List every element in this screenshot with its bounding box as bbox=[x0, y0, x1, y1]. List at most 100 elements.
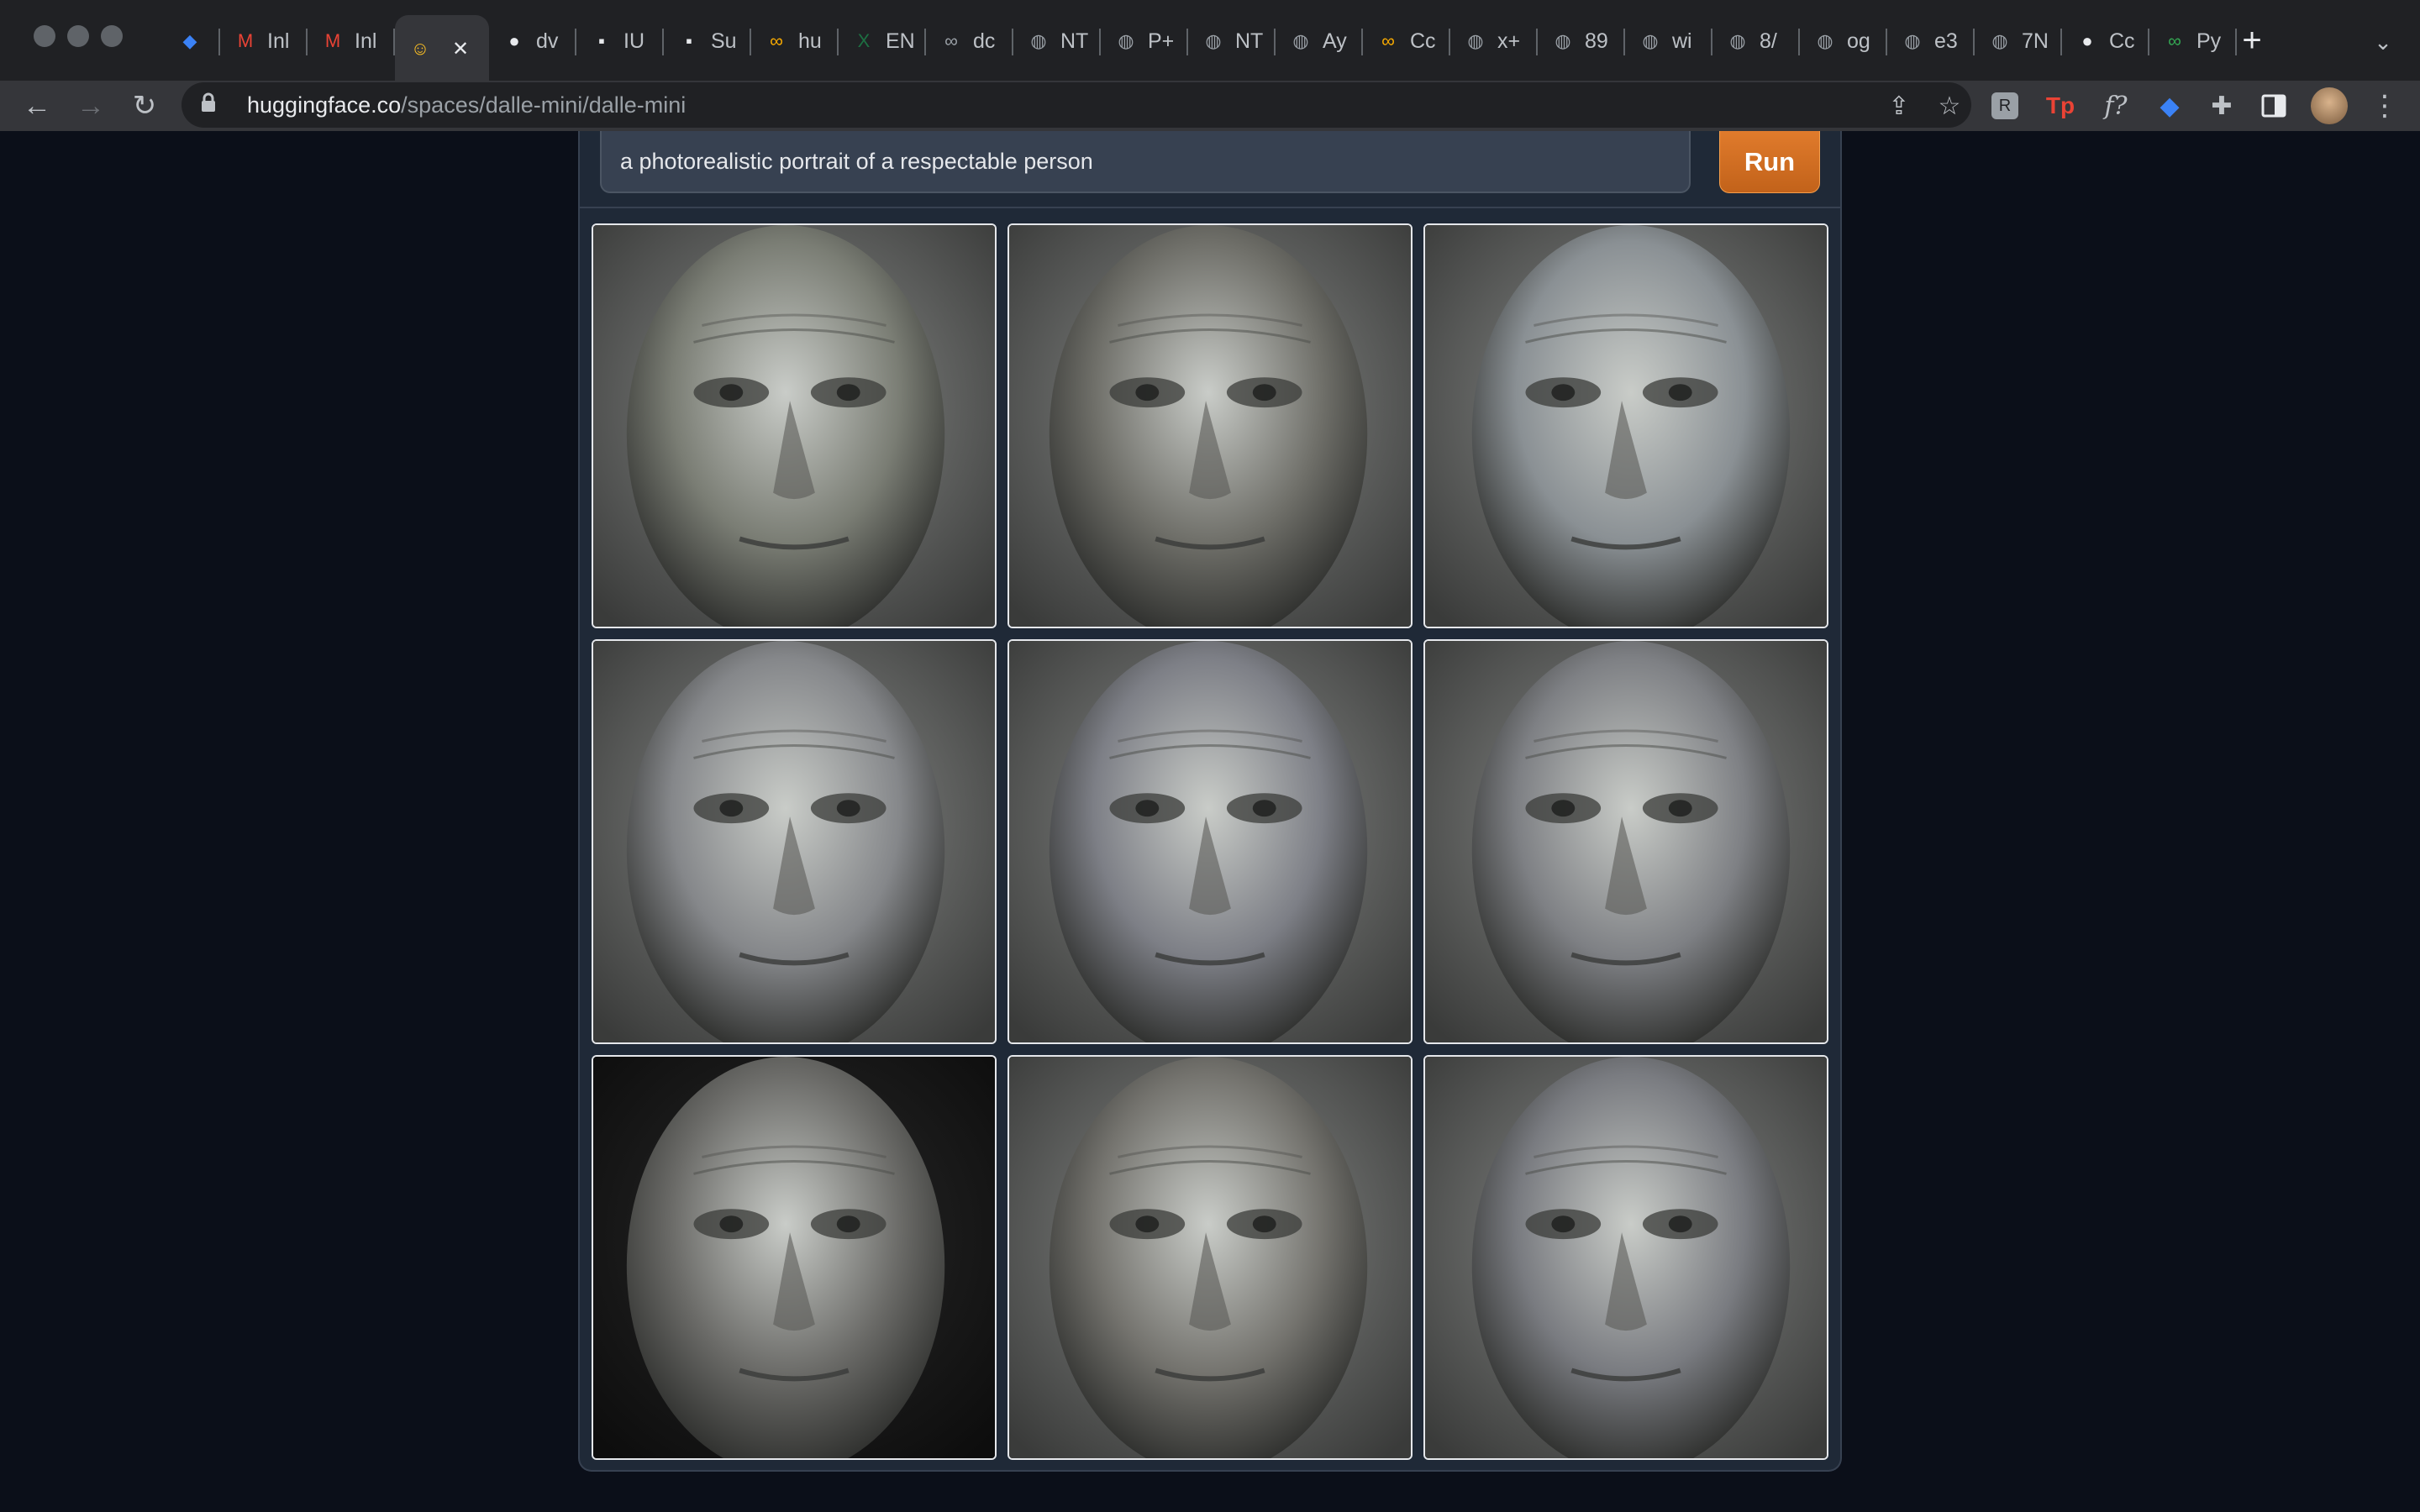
browser-tab[interactable]: ◍ 7N bbox=[1975, 15, 2062, 67]
globe-icon: ◍ bbox=[1904, 30, 1921, 51]
tab-label: og bbox=[1847, 29, 1870, 53]
browser-tab[interactable]: ∞ hu bbox=[751, 15, 839, 67]
browser-tab[interactable]: ◍ x+ bbox=[1450, 15, 1538, 67]
excel-icon: X bbox=[857, 30, 871, 51]
tab-label: NT bbox=[1235, 29, 1264, 53]
bookmark-star-icon[interactable]: ☆ bbox=[1934, 91, 1965, 121]
tab-label: Su bbox=[711, 29, 737, 53]
extension-tp-icon[interactable]: Tp bbox=[2040, 86, 2081, 126]
globe-icon: ◍ bbox=[1205, 30, 1222, 51]
gmail-icon: M bbox=[324, 30, 341, 51]
forward-button[interactable]: → bbox=[69, 84, 113, 128]
gmail-icon: M bbox=[237, 30, 254, 51]
url-text: huggingface.co/spaces/dalle-mini/dalle-m… bbox=[247, 92, 686, 118]
generated-image-4[interactable] bbox=[592, 639, 997, 1044]
tab-label: Py bbox=[2196, 29, 2222, 53]
tab-search-button[interactable]: ⌄ bbox=[2361, 20, 2405, 64]
tab-label: Ay bbox=[1323, 29, 1347, 53]
new-tab-button[interactable]: + bbox=[2230, 18, 2274, 62]
tab-label: IU bbox=[623, 29, 644, 53]
globe-icon: ◍ bbox=[1118, 30, 1134, 51]
browser-tab[interactable]: ◍ P+ bbox=[1101, 15, 1188, 67]
browser-tab[interactable]: ● Cc bbox=[2062, 15, 2149, 67]
browser-tab[interactable]: ◍ 8/ bbox=[1712, 15, 1800, 67]
prompt-input[interactable]: a photorealistic portrait of a respectab… bbox=[600, 131, 1691, 193]
close-window-button[interactable] bbox=[34, 25, 55, 47]
tab-label: NT bbox=[1060, 29, 1089, 53]
browser-tab[interactable]: ▪ IU bbox=[576, 15, 664, 67]
dalle-mini-panel: a photorealistic portrait of a respectab… bbox=[578, 131, 1842, 1472]
globe-icon: ◍ bbox=[1030, 30, 1047, 51]
browser-tab[interactable]: ∞ dc bbox=[926, 15, 1013, 67]
tab-label: e3 bbox=[1934, 29, 1958, 53]
tab-label: wi bbox=[1672, 29, 1692, 53]
maximize-window-button[interactable] bbox=[101, 25, 123, 47]
tab-label: Cc bbox=[2109, 29, 2135, 53]
generated-image-2[interactable] bbox=[1007, 223, 1413, 628]
browser-tab[interactable]: ◆ bbox=[165, 15, 220, 67]
browser-tab[interactable]: ◍ 89 bbox=[1538, 15, 1625, 67]
globe-icon: ◍ bbox=[1555, 30, 1571, 51]
browser-tab[interactable]: ◍ wi bbox=[1625, 15, 1712, 67]
github-icon: ● bbox=[2081, 30, 2093, 51]
globe-icon: ◍ bbox=[1817, 30, 1833, 51]
browser-tab[interactable]: X EN bbox=[839, 15, 926, 67]
link-icon: ∞ bbox=[944, 30, 958, 51]
browser-chrome: ◆ M Inl M Inl ☺ ✕ ● dv ▪ IU ▪ Su ∞ hu X EN ∞ dc ◍ NT ◍ P+ ◍ NT ◍ A… bbox=[0, 0, 2420, 131]
extension-formula-icon[interactable]: f? bbox=[2096, 86, 2136, 126]
prompt-row: a photorealistic portrait of a respectab… bbox=[580, 131, 1840, 208]
colab-icon: ∞ bbox=[770, 30, 783, 51]
generated-image-1[interactable] bbox=[592, 223, 997, 628]
generated-image-8[interactable] bbox=[1007, 1055, 1413, 1460]
browser-tab[interactable]: ◍ og bbox=[1800, 15, 1887, 67]
lock-icon bbox=[200, 92, 227, 118]
globe-icon: ◍ bbox=[1292, 30, 1309, 51]
globe-icon: ◍ bbox=[1467, 30, 1484, 51]
page-content: a photorealistic portrait of a respectab… bbox=[0, 131, 2420, 1512]
globe-icon: ◍ bbox=[1991, 30, 2008, 51]
browser-tab[interactable]: ☺ ✕ bbox=[395, 15, 489, 82]
browser-tab[interactable]: M Inl bbox=[220, 15, 308, 67]
app-icon: ▪ bbox=[598, 30, 605, 51]
tab-label: 7N bbox=[2022, 29, 2049, 53]
close-tab-icon[interactable]: ✕ bbox=[452, 37, 469, 61]
tab-label: hu bbox=[798, 29, 822, 53]
tab-label: 8/ bbox=[1760, 29, 1777, 53]
address-bar[interactable]: huggingface.co/spaces/dalle-mini/dalle-m… bbox=[182, 82, 1971, 128]
run-button[interactable]: Run bbox=[1719, 131, 1820, 193]
profile-avatar[interactable] bbox=[2309, 86, 2349, 126]
tab-label: 89 bbox=[1585, 29, 1608, 53]
generated-image-5[interactable] bbox=[1007, 639, 1413, 1044]
back-button[interactable]: ← bbox=[15, 84, 59, 128]
url-path: /spaces/dalle-mini/dalle-mini bbox=[401, 92, 687, 118]
extension-gem-icon[interactable]: ◆ bbox=[2149, 86, 2190, 126]
gem-icon: ◆ bbox=[182, 30, 197, 51]
browser-tab[interactable]: ◍ e3 bbox=[1887, 15, 1975, 67]
tab-label: EN bbox=[886, 29, 915, 53]
minimize-window-button[interactable] bbox=[67, 25, 89, 47]
browser-tab[interactable]: M Inl bbox=[308, 15, 395, 67]
huggingface-icon: ☺ bbox=[410, 38, 430, 59]
browser-menu-icon[interactable]: ⋮ bbox=[2365, 86, 2405, 126]
share-icon[interactable]: ⇪ bbox=[1884, 91, 1914, 121]
browser-tab[interactable]: ∞ Py bbox=[2149, 15, 2237, 67]
browser-tab[interactable]: ● dv bbox=[489, 15, 576, 67]
reload-button[interactable]: ↻ bbox=[123, 84, 166, 128]
browser-tab[interactable]: ◍ Ay bbox=[1276, 15, 1363, 67]
generated-image-3[interactable] bbox=[1423, 223, 1828, 628]
generated-image-9[interactable] bbox=[1423, 1055, 1828, 1460]
tab-label: x+ bbox=[1497, 29, 1521, 53]
tab-strip: ◆ M Inl M Inl ☺ ✕ ● dv ▪ IU ▪ Su ∞ hu X EN ∞ dc ◍ NT ◍ P+ ◍ NT ◍ A… bbox=[0, 0, 2420, 82]
extensions-puzzle-icon[interactable]: ✚ bbox=[2202, 86, 2242, 126]
browser-tab[interactable]: ◍ NT bbox=[1188, 15, 1276, 67]
colab-icon: ∞ bbox=[1381, 30, 1395, 51]
side-panel-icon[interactable] bbox=[2254, 86, 2294, 126]
browser-tab[interactable]: ◍ NT bbox=[1013, 15, 1101, 67]
browser-tab[interactable]: ∞ Cc bbox=[1363, 15, 1450, 67]
generated-image-6[interactable] bbox=[1423, 639, 1828, 1044]
tab-label: Cc bbox=[1410, 29, 1436, 53]
extension-r-icon[interactable]: R bbox=[1985, 86, 2025, 126]
browser-tab[interactable]: ▪ Su bbox=[664, 15, 751, 67]
generated-image-7[interactable] bbox=[592, 1055, 997, 1460]
globe-icon: ◍ bbox=[1642, 30, 1659, 51]
